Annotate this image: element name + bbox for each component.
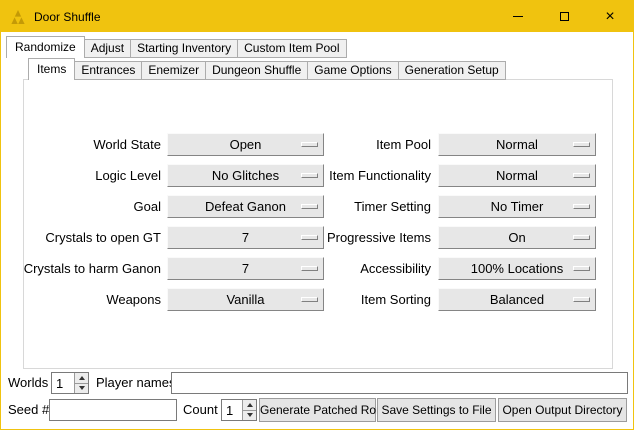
tab-entrances[interactable]: Entrances <box>74 61 142 80</box>
minimize-icon <box>513 16 523 17</box>
close-button[interactable]: × <box>587 1 633 32</box>
weapons-label: Weapons <box>21 288 161 311</box>
dropdown-accessibility[interactable]: 100% Locations <box>438 257 596 280</box>
inner-tab-bar: Items Entrances Enemizer Dungeon Shuffle… <box>28 58 506 80</box>
count-spinner[interactable] <box>221 399 257 421</box>
option-row: Weapons Vanilla Item Sorting Balanced <box>1 288 634 311</box>
items-tab-pane <box>23 79 613 369</box>
seed-input[interactable] <box>49 399 177 421</box>
item-pool-label: Item Pool <box>301 133 431 156</box>
arrow-down-icon <box>247 413 253 417</box>
logic-level-label: Logic Level <box>21 164 161 187</box>
count-label: Count <box>183 399 218 421</box>
dropdown-progressive-items[interactable]: On <box>438 226 596 249</box>
window-title: Door Shuffle <box>34 10 101 24</box>
option-row: World State Open Item Pool Normal <box>1 133 634 156</box>
player-names-input[interactable] <box>171 372 628 394</box>
dropdown-indicator-icon <box>573 142 590 147</box>
accessibility-label: Accessibility <box>301 257 431 280</box>
count-input[interactable] <box>222 400 242 420</box>
crystals-open-gt-label: Crystals to open GT <box>21 226 161 249</box>
option-row: Crystals to open GT 7 Progressive Items … <box>1 226 634 249</box>
world-state-label: World State <box>21 133 161 156</box>
title-bar: Door Shuffle × <box>1 1 633 32</box>
dropdown-item-sorting[interactable]: Balanced <box>438 288 596 311</box>
dropdown-item-pool[interactable]: Normal <box>438 133 596 156</box>
app-window: Door Shuffle × Randomize Adjust Starting… <box>0 0 634 430</box>
arrow-up-icon <box>79 376 85 380</box>
maximize-button[interactable] <box>541 1 587 32</box>
arrow-up-icon <box>247 403 253 407</box>
goal-label: Goal <box>21 195 161 218</box>
arrow-down-icon <box>79 386 85 390</box>
worlds-spinner-arrows <box>74 373 88 393</box>
player-names-label: Player names <box>96 372 175 394</box>
tab-items[interactable]: Items <box>28 58 75 80</box>
option-row: Crystals to harm Ganon 7 Accessibility 1… <box>1 257 634 280</box>
dropdown-timer-setting[interactable]: No Timer <box>438 195 596 218</box>
generate-patched-rom-button[interactable]: Generate Patched Rom <box>259 398 376 422</box>
spin-up-button[interactable] <box>75 373 88 384</box>
dropdown-item-functionality[interactable]: Normal <box>438 164 596 187</box>
app-icon <box>10 9 26 25</box>
spin-up-button[interactable] <box>243 400 256 411</box>
minimize-button[interactable] <box>495 1 541 32</box>
seed-label: Seed # <box>8 399 49 421</box>
crystals-harm-ganon-label: Crystals to harm Ganon <box>21 257 161 280</box>
dropdown-indicator-icon <box>573 173 590 178</box>
close-icon: × <box>605 9 614 25</box>
item-functionality-label: Item Functionality <box>301 164 431 187</box>
worlds-label: Worlds <box>8 372 48 394</box>
item-sorting-label: Item Sorting <box>301 288 431 311</box>
tab-game-options[interactable]: Game Options <box>307 61 398 80</box>
tab-dungeon-shuffle[interactable]: Dungeon Shuffle <box>205 61 308 80</box>
spin-down-button[interactable] <box>75 384 88 394</box>
window-controls: × <box>495 1 633 32</box>
progressive-items-label: Progressive Items <box>301 226 431 249</box>
dropdown-indicator-icon <box>573 204 590 209</box>
timer-setting-label: Timer Setting <box>301 195 431 218</box>
worlds-spinner[interactable] <box>51 372 89 394</box>
tab-starting-inventory[interactable]: Starting Inventory <box>130 39 238 58</box>
outer-tab-bar: Randomize Adjust Starting Inventory Cust… <box>6 36 347 58</box>
spin-down-button[interactable] <box>243 411 256 421</box>
tab-enemizer[interactable]: Enemizer <box>141 61 206 80</box>
tab-randomize[interactable]: Randomize <box>6 36 85 58</box>
option-row: Logic Level No Glitches Item Functionali… <box>1 164 634 187</box>
option-row: Goal Defeat Ganon Timer Setting No Timer <box>1 195 634 218</box>
worlds-input[interactable] <box>52 373 74 393</box>
tab-generation-setup[interactable]: Generation Setup <box>398 61 506 80</box>
dropdown-indicator-icon <box>573 297 590 302</box>
tab-custom-item-pool[interactable]: Custom Item Pool <box>237 39 346 58</box>
count-spinner-arrows <box>242 400 256 420</box>
tab-adjust[interactable]: Adjust <box>84 39 131 58</box>
dropdown-indicator-icon <box>573 235 590 240</box>
open-output-directory-button[interactable]: Open Output Directory <box>498 398 627 422</box>
maximize-icon <box>560 12 569 21</box>
save-settings-button[interactable]: Save Settings to File <box>377 398 496 422</box>
dropdown-indicator-icon <box>573 266 590 271</box>
